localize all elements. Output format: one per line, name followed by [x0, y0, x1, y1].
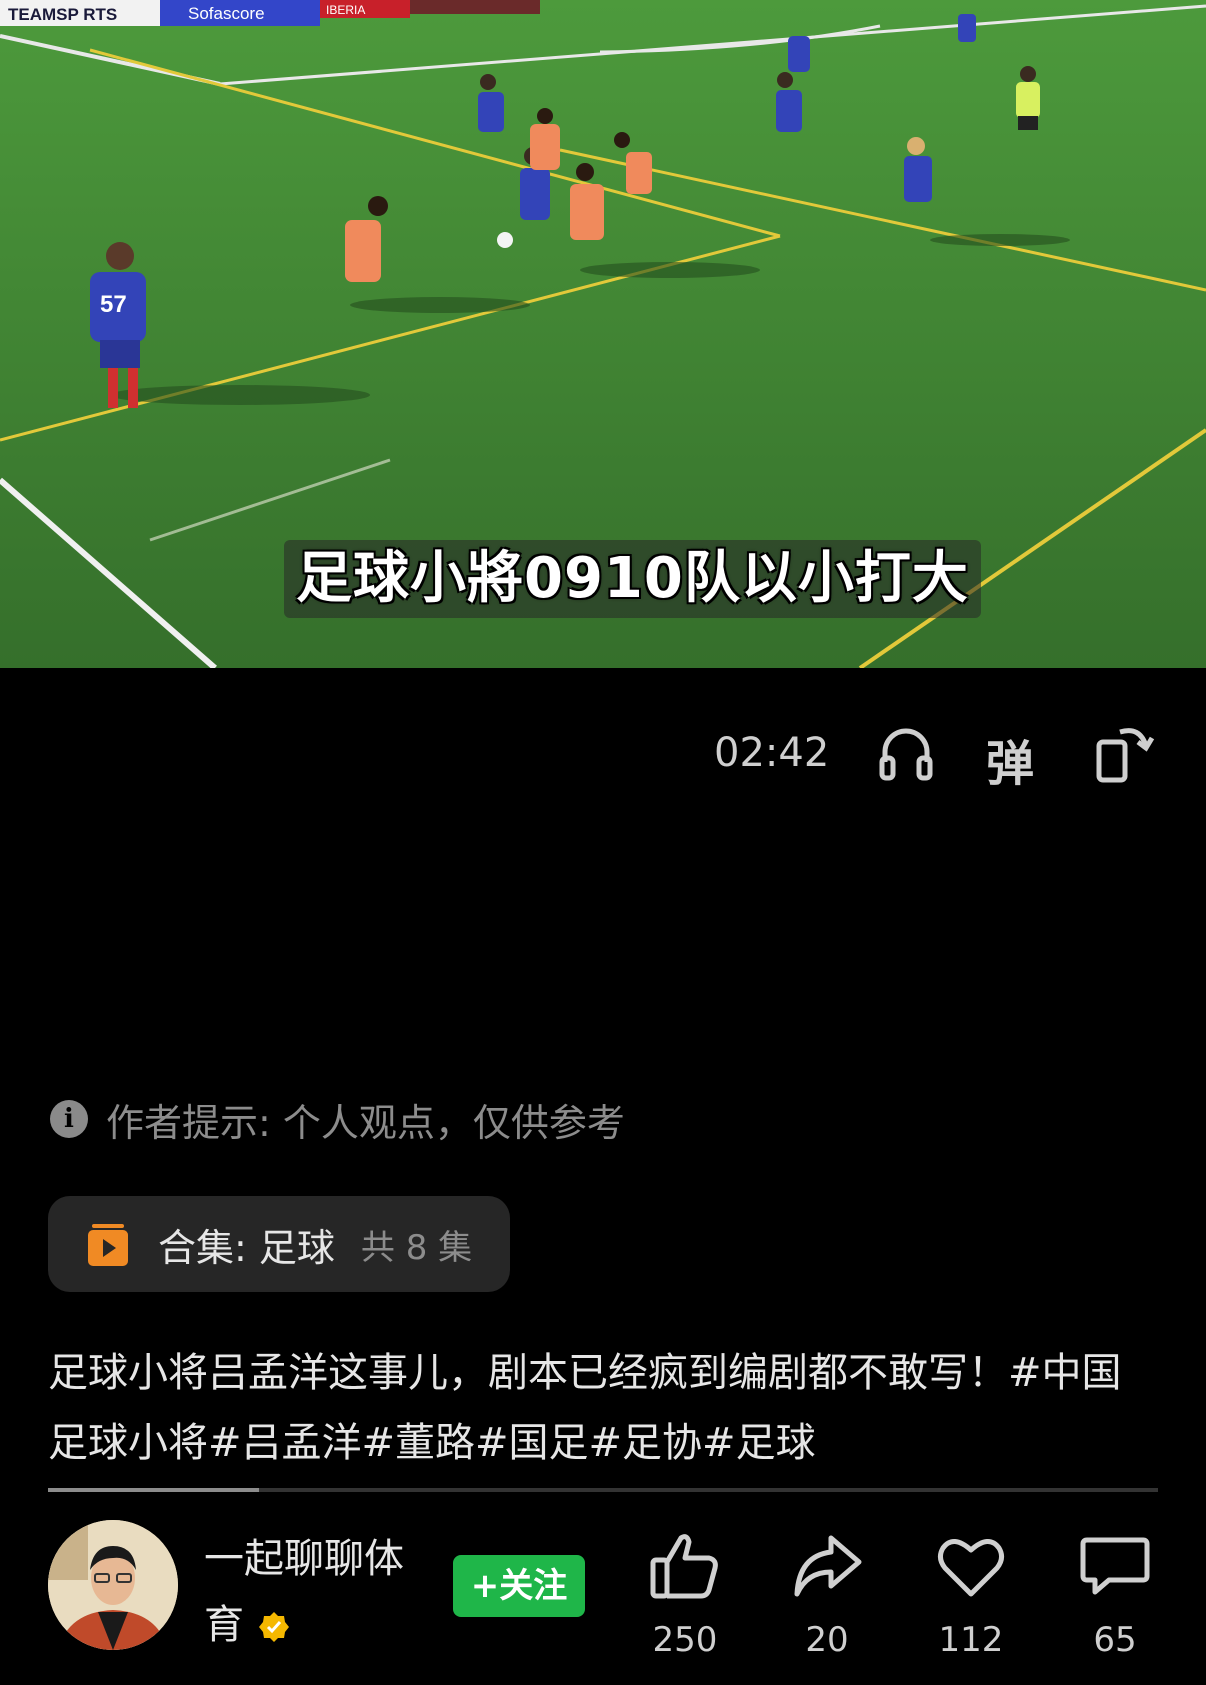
rotate-screen-icon[interactable] [1094, 722, 1156, 784]
share-count: 20 [805, 1620, 849, 1660]
ad-text-iberia: IBERIA [326, 3, 365, 17]
author-notice-text: 作者提示: 个人观点，仅供参考 [106, 1100, 625, 1145]
collection-icon [88, 1224, 128, 1266]
video-description: 足球小将吕孟洋这事儿，剧本已经疯到编剧都不敢写！#中国足球小将#吕孟洋#董路#国… [48, 1350, 1122, 1466]
verified-badge-icon [259, 1612, 289, 1642]
heart-icon [937, 1539, 1005, 1597]
ad-text-teamsports: TEAMSP RTS [8, 5, 117, 24]
ad-text-sofascore: Sofascore [188, 4, 265, 23]
video-duration: 02:42 [714, 730, 830, 776]
follow-button[interactable]: +关注 [453, 1555, 585, 1617]
jersey-number: 57 [100, 291, 127, 318]
thumbs-up-icon [650, 1534, 718, 1599]
like-count: 250 [652, 1620, 718, 1660]
author-notice: i 作者提示: 个人观点，仅供参考 [50, 1097, 625, 1145]
avatar-image [48, 1520, 178, 1650]
author-name-text: 一起聊聊体育 [204, 1536, 404, 1648]
comment-button[interactable]: 65 [1060, 1530, 1170, 1660]
football [497, 232, 513, 248]
share-icon [794, 1535, 862, 1597]
playback-progress-bar[interactable] [48, 1488, 1158, 1492]
danmaku-icon[interactable]: 弹 [986, 724, 1034, 794]
favorite-count: 112 [938, 1620, 1004, 1660]
playback-progress-fill [48, 1488, 259, 1492]
video-subtitle: 足球小將0910队以小打大 [284, 540, 981, 618]
share-button[interactable]: 20 [772, 1530, 882, 1660]
author-name[interactable]: 一起聊聊体育 [204, 1526, 434, 1658]
collection-count: 共 8 集 [360, 1227, 473, 1268]
author-avatar[interactable] [48, 1520, 178, 1650]
video-player[interactable]: TEAMSP RTS Sofascore IBERIA 57 足球小將0910队… [0, 0, 1206, 668]
collection-label: 合集: 足球 [158, 1225, 335, 1270]
headphones-icon[interactable] [875, 722, 937, 784]
collection-button[interactable]: 合集: 足球 共 8 集 [48, 1196, 510, 1292]
comment-icon [1080, 1537, 1150, 1595]
comment-count: 65 [1093, 1620, 1137, 1660]
info-icon: i [50, 1100, 88, 1138]
favorite-button[interactable]: 112 [916, 1530, 1026, 1660]
like-button[interactable]: 250 [630, 1530, 740, 1660]
